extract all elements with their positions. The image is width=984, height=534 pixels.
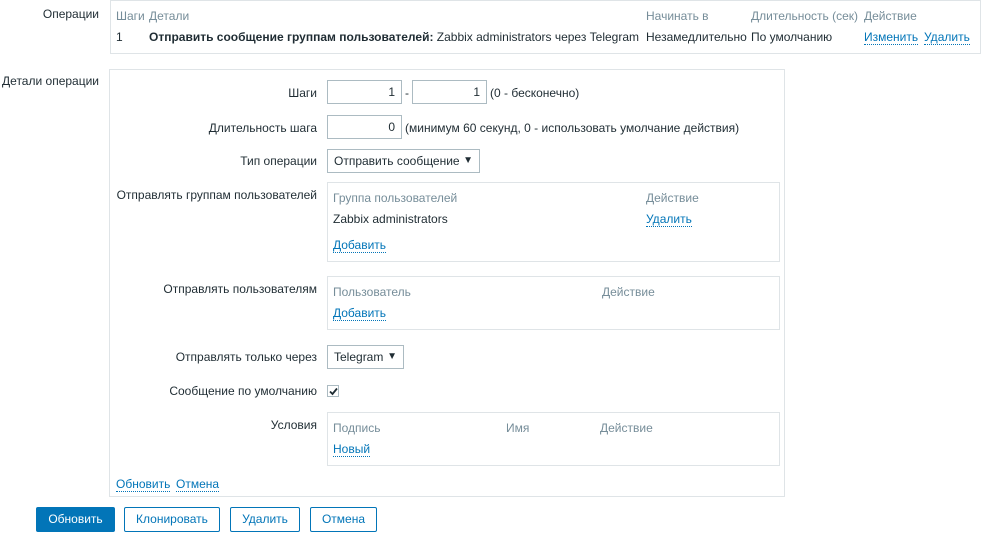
col-header-start-in: Начинать в — [646, 9, 709, 23]
update-operation-link[interactable]: Обновить — [116, 477, 171, 492]
update-button[interactable]: Обновить — [36, 507, 115, 532]
steps-dash: - — [405, 86, 409, 100]
row-steps: 1 — [116, 30, 123, 44]
default-message-checkbox[interactable] — [327, 385, 339, 397]
operation-details-panel: Шаги - (0 - бесконечно) Длительность шаг… — [109, 69, 785, 497]
conditions-table: Подпись Имя Действие Новый — [327, 412, 780, 466]
steps-to-input[interactable] — [412, 80, 487, 104]
send-to-users-table: Пользователь Действие Добавить — [327, 276, 780, 330]
row-details-bold: Отправить сообщение группам пользователе… — [149, 30, 434, 44]
col-header-action: Действие — [864, 9, 917, 23]
delete-button[interactable]: Удалить — [230, 507, 300, 532]
col-header-user: Пользователь — [333, 285, 411, 299]
send-to-groups-label: Отправлять группам пользователей — [116, 188, 317, 202]
chevron-down-icon: ▼ — [463, 155, 473, 166]
send-only-to-select[interactable]: Telegram ▼ — [327, 345, 404, 369]
col-header-group-action: Действие — [646, 191, 699, 205]
cancel-button[interactable]: Отмена — [310, 507, 377, 532]
operations-label: Операции — [42, 7, 99, 21]
step-duration-hint: (минимум 60 секунд, 0 - использовать умо… — [405, 121, 740, 135]
clone-button[interactable]: Клонировать — [124, 507, 220, 532]
row-start-in: Незамедлительно — [646, 30, 747, 44]
steps-hint: (0 - бесконечно) — [490, 86, 580, 100]
checkmark-icon — [329, 387, 338, 396]
col-header-condition-action: Действие — [600, 421, 653, 435]
send-to-groups-table: Группа пользователей Действие Zabbix adm… — [327, 182, 780, 262]
col-header-condition-label: Подпись — [333, 421, 381, 435]
operations-table: Шаги Детали Начинать в Длительность (сек… — [110, 0, 981, 54]
remove-operation-link[interactable]: Удалить — [924, 30, 970, 45]
add-user-group-link[interactable]: Добавить — [333, 238, 387, 253]
remove-user-group-link[interactable]: Удалить — [646, 212, 692, 227]
operation-type-select[interactable]: Отправить сообщение ▼ — [327, 149, 480, 173]
step-duration-label: Длительность шага — [208, 121, 317, 135]
add-user-link[interactable]: Добавить — [333, 306, 387, 321]
col-header-condition-name: Имя — [506, 421, 530, 435]
col-header-details: Детали — [149, 9, 190, 23]
operation-type-value: Отправить сообщение — [334, 154, 460, 168]
cancel-operation-link[interactable]: Отмена — [176, 477, 220, 492]
steps-from-input[interactable] — [327, 80, 402, 104]
edit-operation-link[interactable]: Изменить — [864, 30, 919, 45]
send-only-to-label: Отправлять только через — [175, 350, 317, 364]
user-group-name: Zabbix administrators — [333, 212, 448, 226]
new-condition-link[interactable]: Новый — [333, 442, 371, 457]
send-only-to-value: Telegram — [334, 350, 384, 364]
col-header-user-group: Группа пользователей — [333, 191, 458, 205]
row-duration: По умолчанию — [751, 30, 833, 44]
step-duration-input[interactable] — [327, 115, 402, 139]
col-header-user-action: Действие — [602, 285, 655, 299]
col-header-steps: Шаги — [116, 9, 145, 23]
operation-details-label: Детали операции — [2, 74, 99, 88]
default-message-label: Сообщение по умолчанию — [169, 384, 317, 398]
send-to-users-label: Отправлять пользователям — [163, 282, 317, 296]
chevron-down-icon: ▼ — [387, 351, 397, 362]
steps-label: Шаги — [288, 86, 317, 100]
operation-type-label: Тип операции — [240, 154, 317, 168]
col-header-duration: Длительность (сек) — [751, 9, 859, 23]
row-details-rest: Zabbix administrators через Telegram — [436, 30, 640, 44]
conditions-label: Условия — [270, 418, 317, 432]
row-details: Отправить сообщение группам пользователе… — [149, 30, 639, 44]
